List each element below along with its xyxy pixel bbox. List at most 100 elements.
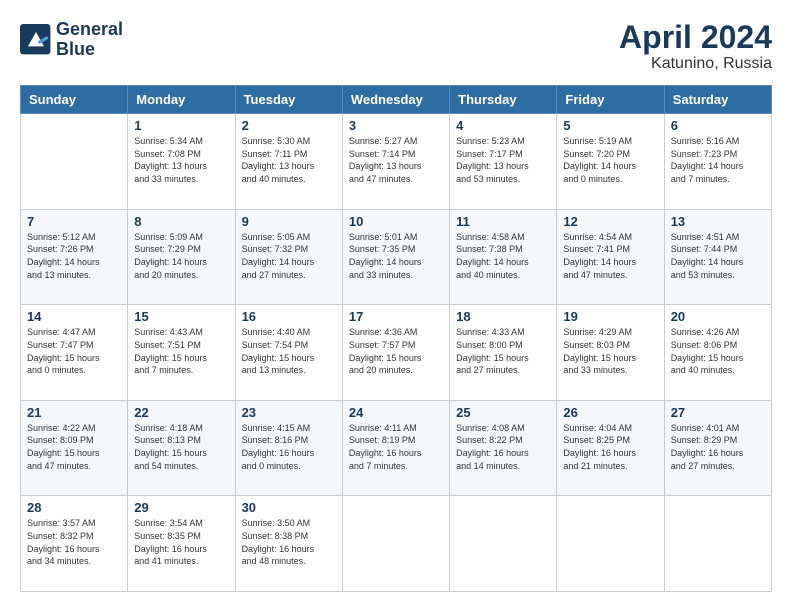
day-info: Sunrise: 4:43 AM Sunset: 7:51 PM Dayligh… xyxy=(134,326,228,376)
calendar-cell: 21 Sunrise: 4:22 AM Sunset: 8:09 PM Dayli… xyxy=(21,400,128,496)
calendar-cell: 10Sunrise: 5:01 AM Sunset: 7:35 PM Dayli… xyxy=(342,209,449,305)
day-number: 25 xyxy=(456,405,550,420)
calendar-cell: 2 Sunrise: 5:30 AM Sunset: 7:11 PM Daylig… xyxy=(235,114,342,210)
page: General Blue April 2024 Katunino, Russia… xyxy=(0,0,792,612)
day-info: Sunrise: 4:01 AM Sunset: 8:29 PM Dayligh… xyxy=(671,422,765,472)
calendar-cell xyxy=(450,496,557,592)
logo-icon xyxy=(20,24,52,56)
calendar-header-thursday: Thursday xyxy=(450,86,557,114)
day-number: 16 xyxy=(242,309,336,324)
day-number: 15 xyxy=(134,309,228,324)
day-number: 17 xyxy=(349,309,443,324)
day-number: 22 xyxy=(134,405,228,420)
day-info: Sunrise: 4:15 AM Sunset: 8:16 PM Dayligh… xyxy=(242,422,336,472)
day-number: 9 xyxy=(242,214,336,229)
day-info: Sunrise: 4:11 AM Sunset: 8:19 PM Dayligh… xyxy=(349,422,443,472)
calendar-header-row: SundayMondayTuesdayWednesdayThursdayFrid… xyxy=(21,86,772,114)
day-number: 28 xyxy=(27,500,121,515)
day-info: Sunrise: 4:33 AM Sunset: 8:00 PM Dayligh… xyxy=(456,326,550,376)
calendar-cell xyxy=(21,114,128,210)
calendar-cell: 25 Sunrise: 4:08 AM Sunset: 8:22 PM Dayli… xyxy=(450,400,557,496)
calendar-cell: 28 Sunrise: 3:57 AM Sunset: 8:32 PM Dayli… xyxy=(21,496,128,592)
day-info: Sunrise: 4:18 AM Sunset: 8:13 PM Dayligh… xyxy=(134,422,228,472)
calendar-cell: 11 Sunrise: 4:58 AM Sunset: 7:38 PM Dayli… xyxy=(450,209,557,305)
day-number: 2 xyxy=(242,118,336,133)
calendar-header-tuesday: Tuesday xyxy=(235,86,342,114)
day-number: 5 xyxy=(563,118,657,133)
day-info: Sunrise: 3:57 AM Sunset: 8:32 PM Dayligh… xyxy=(27,517,121,567)
calendar-cell: 5 Sunrise: 5:19 AM Sunset: 7:20 PM Daylig… xyxy=(557,114,664,210)
calendar-header-wednesday: Wednesday xyxy=(342,86,449,114)
calendar-cell xyxy=(342,496,449,592)
day-number: 11 xyxy=(456,214,550,229)
day-number: 26 xyxy=(563,405,657,420)
calendar-header-monday: Monday xyxy=(128,86,235,114)
day-number: 12 xyxy=(563,214,657,229)
day-number: 18 xyxy=(456,309,550,324)
day-info: Sunrise: 4:04 AM Sunset: 8:25 PM Dayligh… xyxy=(563,422,657,472)
calendar-cell: 4 Sunrise: 5:23 AM Sunset: 7:17 PM Daylig… xyxy=(450,114,557,210)
calendar-cell: 22 Sunrise: 4:18 AM Sunset: 8:13 PM Dayli… xyxy=(128,400,235,496)
day-number: 3 xyxy=(349,118,443,133)
calendar-cell: 12Sunrise: 4:54 AM Sunset: 7:41 PM Dayli… xyxy=(557,209,664,305)
title-location: Katunino, Russia xyxy=(619,55,772,73)
logo-text: General Blue xyxy=(56,20,123,60)
day-number: 21 xyxy=(27,405,121,420)
day-number: 20 xyxy=(671,309,765,324)
title-month: April 2024 xyxy=(619,20,772,55)
day-number: 27 xyxy=(671,405,765,420)
day-number: 4 xyxy=(456,118,550,133)
calendar-cell: 8Sunrise: 5:09 AM Sunset: 7:29 PM Daylig… xyxy=(128,209,235,305)
day-info: Sunrise: 4:36 AM Sunset: 7:57 PM Dayligh… xyxy=(349,326,443,376)
day-info: Sunrise: 5:09 AM Sunset: 7:29 PM Dayligh… xyxy=(134,231,228,281)
day-info: Sunrise: 5:01 AM Sunset: 7:35 PM Dayligh… xyxy=(349,231,443,281)
calendar-header-friday: Friday xyxy=(557,86,664,114)
day-info: Sunrise: 5:34 AM Sunset: 7:08 PM Dayligh… xyxy=(134,135,228,185)
day-info: Sunrise: 5:30 AM Sunset: 7:11 PM Dayligh… xyxy=(242,135,336,185)
day-info: Sunrise: 4:47 AM Sunset: 7:47 PM Dayligh… xyxy=(27,326,121,376)
calendar-cell: 18 Sunrise: 4:33 AM Sunset: 8:00 PM Dayli… xyxy=(450,305,557,401)
calendar-cell: 19 Sunrise: 4:29 AM Sunset: 8:03 PM Dayli… xyxy=(557,305,664,401)
day-info: Sunrise: 5:12 AM Sunset: 7:26 PM Dayligh… xyxy=(27,231,121,281)
calendar-cell: 6Sunrise: 5:16 AM Sunset: 7:23 PM Daylig… xyxy=(664,114,771,210)
calendar-cell xyxy=(664,496,771,592)
day-number: 1 xyxy=(134,118,228,133)
day-info: Sunrise: 5:19 AM Sunset: 7:20 PM Dayligh… xyxy=(563,135,657,185)
day-info: Sunrise: 5:23 AM Sunset: 7:17 PM Dayligh… xyxy=(456,135,550,185)
calendar-cell: 26 Sunrise: 4:04 AM Sunset: 8:25 PM Dayli… xyxy=(557,400,664,496)
calendar-cell: 17 Sunrise: 4:36 AM Sunset: 7:57 PM Dayli… xyxy=(342,305,449,401)
calendar-cell: 23 Sunrise: 4:15 AM Sunset: 8:16 PM Dayli… xyxy=(235,400,342,496)
calendar-cell: 14 Sunrise: 4:47 AM Sunset: 7:47 PM Dayli… xyxy=(21,305,128,401)
day-info: Sunrise: 4:08 AM Sunset: 8:22 PM Dayligh… xyxy=(456,422,550,472)
calendar-week-1: 7 Sunrise: 5:12 AM Sunset: 7:26 PM Daylig… xyxy=(21,209,772,305)
calendar-cell: 24 Sunrise: 4:11 AM Sunset: 8:19 PM Dayli… xyxy=(342,400,449,496)
calendar-cell: 9 Sunrise: 5:05 AM Sunset: 7:32 PM Daylig… xyxy=(235,209,342,305)
day-info: Sunrise: 5:16 AM Sunset: 7:23 PM Dayligh… xyxy=(671,135,765,185)
day-info: Sunrise: 4:26 AM Sunset: 8:06 PM Dayligh… xyxy=(671,326,765,376)
day-number: 23 xyxy=(242,405,336,420)
calendar-cell: 16 Sunrise: 4:40 AM Sunset: 7:54 PM Dayli… xyxy=(235,305,342,401)
calendar-cell: 15 Sunrise: 4:43 AM Sunset: 7:51 PM Dayli… xyxy=(128,305,235,401)
calendar-week-0: 1 Sunrise: 5:34 AM Sunset: 7:08 PM Daylig… xyxy=(21,114,772,210)
calendar-week-2: 14 Sunrise: 4:47 AM Sunset: 7:47 PM Dayli… xyxy=(21,305,772,401)
calendar-cell: 7 Sunrise: 5:12 AM Sunset: 7:26 PM Daylig… xyxy=(21,209,128,305)
day-info: Sunrise: 5:05 AM Sunset: 7:32 PM Dayligh… xyxy=(242,231,336,281)
calendar-header-saturday: Saturday xyxy=(664,86,771,114)
calendar-cell xyxy=(557,496,664,592)
calendar-cell: 3Sunrise: 5:27 AM Sunset: 7:14 PM Daylig… xyxy=(342,114,449,210)
calendar-cell: 30Sunrise: 3:50 AM Sunset: 8:38 PM Dayli… xyxy=(235,496,342,592)
day-number: 13 xyxy=(671,214,765,229)
day-number: 24 xyxy=(349,405,443,420)
day-number: 19 xyxy=(563,309,657,324)
day-info: Sunrise: 4:58 AM Sunset: 7:38 PM Dayligh… xyxy=(456,231,550,281)
day-info: Sunrise: 4:29 AM Sunset: 8:03 PM Dayligh… xyxy=(563,326,657,376)
day-info: Sunrise: 3:54 AM Sunset: 8:35 PM Dayligh… xyxy=(134,517,228,567)
day-info: Sunrise: 4:22 AM Sunset: 8:09 PM Dayligh… xyxy=(27,422,121,472)
day-number: 14 xyxy=(27,309,121,324)
calendar-cell: 1 Sunrise: 5:34 AM Sunset: 7:08 PM Daylig… xyxy=(128,114,235,210)
logo: General Blue xyxy=(20,20,123,60)
day-number: 7 xyxy=(27,214,121,229)
calendar-table: SundayMondayTuesdayWednesdayThursdayFrid… xyxy=(20,85,772,592)
day-info: Sunrise: 4:40 AM Sunset: 7:54 PM Dayligh… xyxy=(242,326,336,376)
day-number: 30 xyxy=(242,500,336,515)
